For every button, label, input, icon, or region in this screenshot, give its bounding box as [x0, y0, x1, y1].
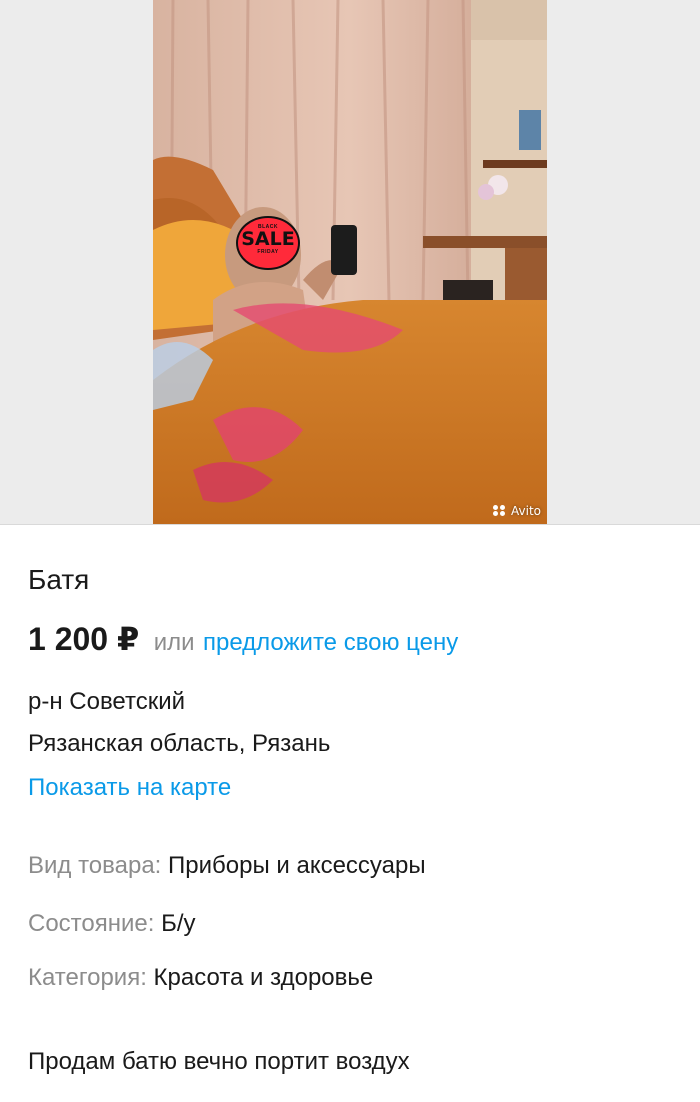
param-item-type: Вид товара: Приборы и аксессуары — [28, 852, 426, 880]
price-row: 1 200 ₽ или предложите свою цену — [28, 620, 458, 658]
photo-scene — [153, 0, 547, 524]
param-key: Вид товара: — [28, 852, 162, 879]
avito-logo-icon — [493, 505, 507, 517]
sale-badge: BLACK SALE FRIDAY — [236, 216, 300, 270]
sale-badge-main: SALE — [241, 228, 295, 250]
price-or-label: или — [153, 629, 195, 656]
listing-title: Батя — [28, 564, 90, 595]
param-value: Б/у — [161, 910, 196, 937]
param-value: Красота и здоровье — [153, 964, 374, 991]
watermark-text: Avito — [511, 504, 541, 518]
avito-watermark: Avito — [493, 504, 541, 518]
param-category: Категория: Красота и здоровье — [28, 964, 373, 992]
param-condition: Состояние: Б/у — [28, 910, 196, 938]
listing-description: Продам батю вечно портит воздух — [28, 1048, 410, 1075]
address-district: р-н Советский — [28, 688, 186, 715]
listing-price: 1 200 ₽ — [28, 621, 140, 657]
address-region-city: Рязанская область, Рязань — [28, 730, 331, 757]
param-key: Состояние: — [28, 910, 155, 937]
param-key: Категория: — [28, 964, 147, 991]
photo-gallery[interactable]: BLACK SALE FRIDAY Avito — [0, 0, 700, 525]
param-value: Приборы и аксессуары — [168, 852, 426, 879]
show-on-map-link[interactable]: Показать на карте — [28, 774, 231, 802]
offer-price-link[interactable]: предложите свою цену — [203, 629, 458, 656]
listing-photo[interactable]: BLACK SALE FRIDAY Avito — [153, 0, 547, 524]
